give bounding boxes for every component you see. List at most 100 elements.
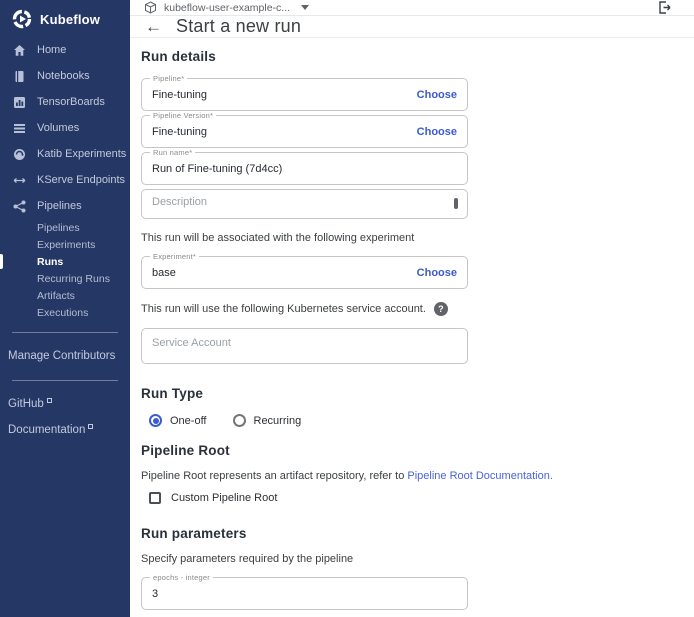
sidebar-subitem-label: Pipelines [37, 222, 80, 234]
pipeline-field[interactable]: Pipeline* Fine-tuning Choose [141, 78, 468, 111]
sidebar-subitem-recurring-runs[interactable]: Recurring Runs [0, 270, 130, 287]
namespace-selector[interactable]: kubeflow-user-example-c... [144, 1, 309, 14]
page-title: Start a new run [176, 16, 301, 37]
sidebar-item-kserve-endpoints[interactable]: KServe Endpoints [0, 167, 130, 193]
sidebar-subitem-label: Recurring Runs [37, 273, 110, 285]
radio-recurring[interactable]: Recurring [233, 414, 302, 427]
radio-one-off[interactable]: One-off [149, 414, 207, 427]
app-window: Kubeflow Home Notebooks TensorBoards Vol… [0, 0, 694, 617]
service-account-placeholder: Service Account [152, 337, 457, 349]
resize-handle-icon[interactable] [454, 198, 458, 209]
sidebar-subitem-label: Executions [37, 307, 88, 319]
description-placeholder: Description [152, 196, 457, 208]
namespace-label: kubeflow-user-example-c... [164, 2, 290, 14]
kserve-icon [13, 174, 26, 187]
sidebar-item-label: Notebooks [37, 70, 90, 82]
experiment-field-label: Experiment* [150, 252, 199, 261]
topbar: kubeflow-user-example-c... [130, 0, 694, 16]
sidebar-divider [12, 380, 118, 381]
pipeline-root-description: Pipeline Root represents an artifact rep… [141, 470, 561, 482]
sidebar-subitem-artifacts[interactable]: Artifacts [0, 287, 130, 304]
pipeline-root-description-text: Pipeline Root represents an artifact rep… [141, 470, 407, 482]
run-parameters-subtitle: Specify parameters required by the pipel… [141, 553, 468, 565]
sidebar-subitem-label: Experiments [37, 239, 95, 251]
sidebar-item-notebooks[interactable]: Notebooks [0, 63, 130, 89]
service-account-note: This run will use the following Kubernet… [141, 302, 468, 316]
main-area: kubeflow-user-example-c... ← Start a new… [130, 0, 694, 617]
sidebar-subitem-executions[interactable]: Executions [0, 304, 130, 321]
kubeflow-logo-text: Kubeflow [40, 12, 100, 27]
katib-icon [13, 148, 26, 161]
sidebar-subitem-runs[interactable]: Runs [0, 253, 130, 270]
sidebar-item-home[interactable]: Home [0, 37, 130, 63]
page-content: Run details Pipeline* Fine-tuning Choose… [130, 38, 694, 617]
pipeline-root-doc-link[interactable]: Pipeline Root Documentation. [407, 470, 553, 482]
sidebar-item-volumes[interactable]: Volumes [0, 115, 130, 141]
pipeline-version-field-value: Fine-tuning [152, 126, 407, 138]
pipeline-root-heading: Pipeline Root [141, 443, 468, 458]
radio-label: Recurring [254, 415, 302, 427]
logout-button[interactable] [657, 0, 672, 15]
sidebar-item-label: Katib Experiments [37, 148, 126, 160]
logout-icon [657, 0, 672, 15]
checkbox-unchecked-icon[interactable] [149, 492, 161, 504]
sidebar-item-label: Pipelines [37, 200, 82, 212]
kubeflow-logo[interactable]: Kubeflow [0, 0, 130, 37]
sidebar-item-manage-contributors[interactable]: Manage Contributors [0, 343, 130, 369]
back-arrow-icon[interactable]: ← [145, 18, 162, 35]
sidebar-link-label: Documentation [8, 424, 85, 436]
sidebar-subitem-label: Artifacts [37, 290, 75, 302]
description-field[interactable]: Description [141, 189, 468, 219]
service-account-field[interactable]: Service Account [141, 328, 468, 364]
run-name-field[interactable]: Run name* Run of Fine-tuning (7d4cc) [141, 152, 468, 185]
checkbox-label: Custom Pipeline Root [171, 492, 277, 504]
radio-unselected-icon [233, 414, 246, 427]
sidebar-subitem-experiments[interactable]: Experiments [0, 236, 130, 253]
sidebar-item-pipelines[interactable]: Pipelines [0, 193, 130, 219]
experiment-choose-button[interactable]: Choose [407, 267, 457, 279]
external-link-icon [88, 424, 93, 429]
run-details-heading: Run details [141, 49, 694, 64]
sidebar-link-label: GitHub [8, 398, 44, 410]
sidebar-subitem-pipelines[interactable]: Pipelines [0, 219, 130, 236]
experiment-note: This run will be associated with the fol… [141, 232, 468, 244]
sidebar-item-tensorboards[interactable]: TensorBoards [0, 89, 130, 115]
chevron-down-icon [301, 5, 309, 10]
run-parameters-heading: Run parameters [141, 526, 468, 541]
pipeline-version-field-label: Pipeline Version* [150, 111, 216, 120]
namespace-cube-icon [144, 1, 157, 14]
experiment-field-value: base [152, 267, 407, 279]
pipeline-version-choose-button[interactable]: Choose [407, 126, 457, 138]
sidebar-divider [12, 332, 118, 333]
home-icon [13, 44, 26, 57]
sidebar-item-label: Home [37, 44, 66, 56]
custom-pipeline-root-checkbox-row[interactable]: Custom Pipeline Root [149, 492, 468, 504]
pipeline-version-field[interactable]: Pipeline Version* Fine-tuning Choose [141, 115, 468, 148]
tensorboards-icon [13, 96, 26, 109]
service-account-note-text: This run will use the following Kubernet… [141, 303, 426, 315]
run-type-heading: Run Type [141, 386, 468, 401]
pipeline-field-label: Pipeline* [150, 74, 187, 83]
epochs-field-value: 3 [152, 588, 457, 600]
sidebar: Kubeflow Home Notebooks TensorBoards Vol… [0, 0, 130, 617]
sidebar-item-katib-experiments[interactable]: Katib Experiments [0, 141, 130, 167]
page-header: ← Start a new run [130, 16, 694, 38]
sidebar-item-label: KServe Endpoints [37, 174, 125, 186]
run-type-options: One-off Recurring [149, 414, 468, 427]
external-link-icon [47, 398, 52, 403]
pipeline-choose-button[interactable]: Choose [407, 89, 457, 101]
radio-label: One-off [170, 415, 207, 427]
sidebar-link-github[interactable]: GitHub [0, 391, 130, 417]
notebooks-icon [13, 70, 26, 83]
epochs-field-label: epochs - integer [150, 573, 213, 582]
sidebar-subitem-label: Runs [37, 256, 63, 268]
run-name-field-value: Run of Fine-tuning (7d4cc) [152, 163, 457, 175]
radio-selected-icon [149, 414, 162, 427]
volumes-icon [13, 122, 26, 135]
pipeline-field-value: Fine-tuning [152, 89, 407, 101]
epochs-field[interactable]: epochs - integer 3 [141, 577, 468, 610]
experiment-field[interactable]: Experiment* base Choose [141, 256, 468, 289]
sidebar-link-documentation[interactable]: Documentation [0, 417, 130, 443]
help-icon[interactable]: ? [434, 302, 448, 316]
sidebar-item-label: TensorBoards [37, 96, 105, 108]
